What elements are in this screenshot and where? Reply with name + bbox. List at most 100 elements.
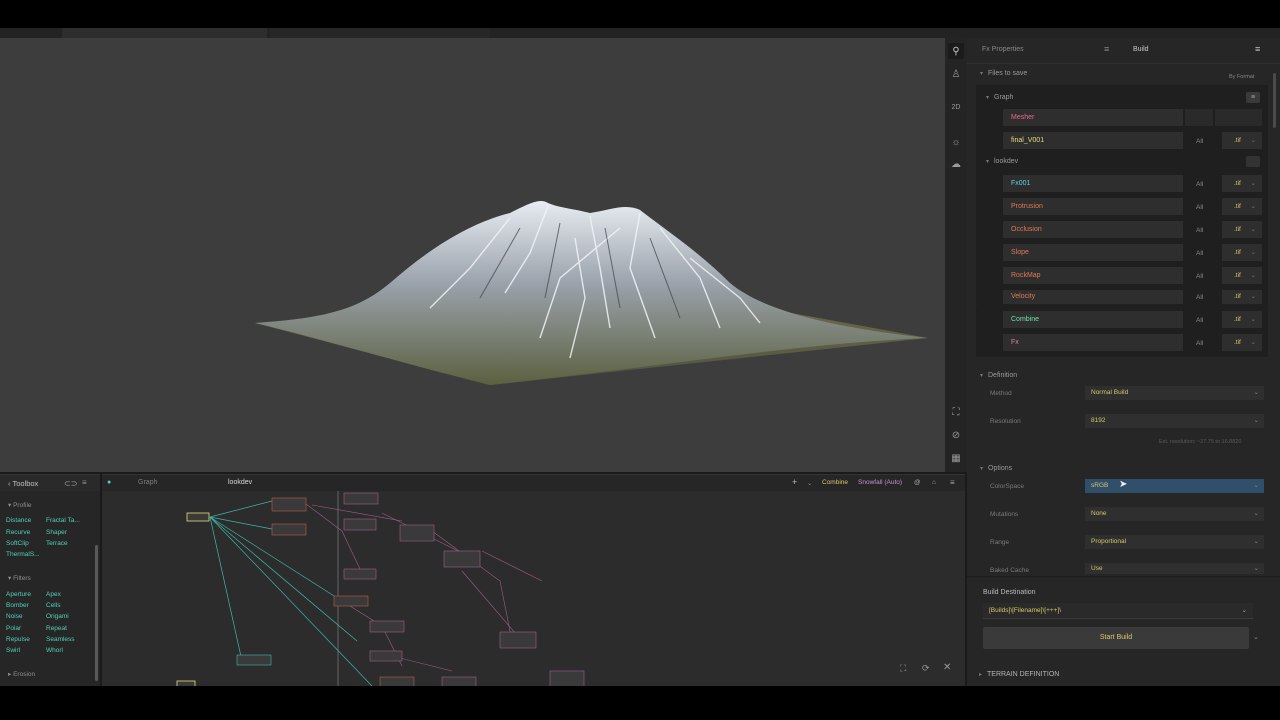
toolbox-scrollbar[interactable] [95, 545, 98, 681]
file-format-select[interactable]: .tif ⌄ [1222, 221, 1262, 238]
toolbox-item[interactable]: Recurve [6, 529, 30, 536]
file-row-fx[interactable]: Fx [1003, 334, 1183, 351]
group-header-lookdev[interactable]: ▾ lookdev [986, 158, 1018, 165]
file-row-final[interactable]: final_V001 [1003, 132, 1183, 149]
toolbox-item[interactable]: Terrace [46, 540, 68, 547]
file-all-toggle[interactable]: All [1196, 204, 1203, 211]
menu-icon[interactable]: ≡ [82, 478, 87, 487]
fit-view-icon[interactable]: ⛶ [900, 663, 906, 674]
add-node-icon[interactable]: + [792, 477, 797, 487]
toolbox-item[interactable]: Whorl [46, 647, 63, 654]
document-tab[interactable] [270, 28, 490, 38]
method-select[interactable]: Normal Build ⌄ [1085, 386, 1264, 400]
file-row-combine[interactable]: Combine [1003, 311, 1183, 328]
file-format-select[interactable]: .tif ⌄ [1222, 311, 1262, 328]
person-icon[interactable]: ♙ [948, 66, 964, 82]
menu-icon[interactable]: ≡ [950, 478, 955, 487]
file-all-toggle[interactable]: All [1196, 227, 1203, 234]
2d-toggle[interactable]: 2D [948, 99, 964, 115]
file-row-occlusion[interactable]: Occlusion [1003, 221, 1183, 238]
toolbox-item[interactable]: Seamless [46, 636, 75, 643]
tab-build[interactable]: Build [1133, 46, 1149, 53]
build-destination-input[interactable]: [Builds]\[Filename]\[+++]\ ⌄ [983, 603, 1253, 619]
panel-scrollbar[interactable] [1273, 73, 1276, 128]
sort-dropdown[interactable]: By Format [1229, 74, 1254, 80]
document-tab[interactable] [62, 28, 267, 38]
file-row-fx001[interactable]: Fx001 [1003, 175, 1183, 192]
file-format-select[interactable]: .tif ⌄ [1222, 175, 1262, 192]
file-all-toggle[interactable]: All [1196, 340, 1203, 347]
group-menu-button[interactable]: ≡ [1246, 92, 1260, 103]
sun-icon[interactable]: ☼ [948, 134, 964, 150]
active-node-label[interactable]: Combine [822, 479, 848, 486]
toolbox-section-erosion[interactable]: ▸ Erosion [8, 670, 35, 678]
build-options-chevron-icon[interactable]: ⌄ [1253, 633, 1259, 641]
camera-tool-icon[interactable]: ⚲ [948, 43, 964, 59]
file-all-toggle[interactable]: All [1196, 273, 1203, 280]
fx-menu-icon[interactable]: ≡ [1104, 44, 1109, 54]
files-to-save-header[interactable]: ▾ Files to save [980, 70, 1027, 77]
toolbox-item[interactable]: Repeat [46, 625, 67, 632]
home-icon[interactable]: ⌂ [932, 479, 936, 486]
file-row-rockmap[interactable]: RockMap [1003, 267, 1183, 284]
toolbox-item[interactable]: Swirl [6, 647, 20, 654]
colorspace-select[interactable]: sRGB ⌄ [1085, 479, 1264, 493]
collapse-icon[interactable]: ✕ [943, 662, 951, 673]
file-all-toggle[interactable]: All [1196, 181, 1203, 188]
resolution-select[interactable]: 8192 ⌄ [1085, 414, 1264, 428]
toolbox-item[interactable]: SoftClip [6, 540, 29, 547]
toolbox-item[interactable]: Fractal Ta... [46, 517, 80, 524]
toolbox-item[interactable]: Origami [46, 613, 69, 620]
toolbox-section-filters[interactable]: ▾ Filters [8, 574, 31, 582]
toolbox-item[interactable]: Distance [6, 517, 31, 524]
file-format-select[interactable]: .tif ⌄ [1222, 132, 1262, 149]
toolbox-item[interactable]: Shaper [46, 529, 67, 536]
tab-graph[interactable]: Graph [138, 479, 157, 486]
start-build-button[interactable]: Start Build [983, 627, 1249, 649]
baked-cache-select[interactable]: Use ⌄ [1085, 563, 1264, 574]
refresh-icon[interactable]: ⟳ [922, 663, 930, 674]
link-icon[interactable]: ⊂⊃ [64, 479, 77, 488]
at-icon[interactable]: @ [914, 479, 921, 486]
options-header[interactable]: ▾ Options [980, 465, 1012, 472]
cloud-icon[interactable]: ☁ [948, 156, 964, 172]
toolbox-item[interactable]: Apex [46, 591, 61, 598]
build-mode-label[interactable]: Snowfall (Auto) [858, 479, 902, 486]
toolbox-item[interactable]: Repulse [6, 636, 30, 643]
toolbox-item[interactable]: Polar [6, 625, 21, 632]
toolbox-item[interactable]: Cells [46, 602, 60, 609]
toolbox-item[interactable]: Bomber [6, 602, 29, 609]
file-format-select[interactable]: .tif ⌄ [1222, 290, 1262, 304]
definition-header[interactable]: ▾ Definition [980, 372, 1017, 379]
file-all-toggle[interactable]: All [1196, 294, 1203, 301]
file-all-toggle[interactable]: All [1196, 317, 1203, 324]
build-menu-icon[interactable]: ≡ [1255, 44, 1260, 54]
file-row-velocity[interactable]: Velocity [1003, 290, 1183, 304]
grid-icon[interactable]: ▦ [948, 450, 964, 466]
file-all-toggle[interactable]: All [1196, 250, 1203, 257]
chevron-down-icon[interactable]: ⌄ [807, 479, 812, 487]
terrain-definition-header[interactable]: ▸ TERRAIN DEFINITION [979, 671, 1059, 678]
compass-icon[interactable]: ⊘ [948, 427, 964, 443]
mutations-select[interactable]: None ⌄ [1085, 507, 1264, 521]
tab-lookdev[interactable]: lookdev [228, 479, 252, 486]
file-all-toggle[interactable]: All [1196, 138, 1203, 145]
file-row-mesher[interactable]: Mesher [1003, 109, 1183, 126]
file-row-slope[interactable]: Slope [1003, 244, 1183, 261]
toolbox-item[interactable]: Aperture [6, 591, 31, 598]
file-row-protrusion[interactable]: Protrusion [1003, 198, 1183, 215]
file-format-select[interactable]: .tif ⌄ [1222, 267, 1262, 284]
toolbox-item[interactable]: Noise [6, 613, 23, 620]
range-select[interactable]: Proportional ⌄ [1085, 535, 1264, 549]
file-format-select[interactable]: .tif ⌄ [1222, 198, 1262, 215]
file-format-select[interactable]: .tif ⌄ [1222, 334, 1262, 351]
group-menu-button[interactable] [1246, 156, 1260, 167]
group-header-graph[interactable]: ▾ Graph [986, 94, 1013, 101]
tab-fx-properties[interactable]: Fx Properties [982, 46, 1024, 53]
toolbox-section-profile[interactable]: ▾ Profile [8, 501, 32, 509]
3d-viewport[interactable] [0, 38, 945, 472]
frame-icon[interactable]: ⛶ [948, 404, 964, 420]
file-format-select[interactable]: .tif ⌄ [1222, 244, 1262, 261]
node-graph-editor[interactable]: ● Graph lookdev + ⌄ Combine Snowfall (Au… [102, 474, 965, 686]
toolbox-item[interactable]: ThermalS... [6, 551, 40, 558]
